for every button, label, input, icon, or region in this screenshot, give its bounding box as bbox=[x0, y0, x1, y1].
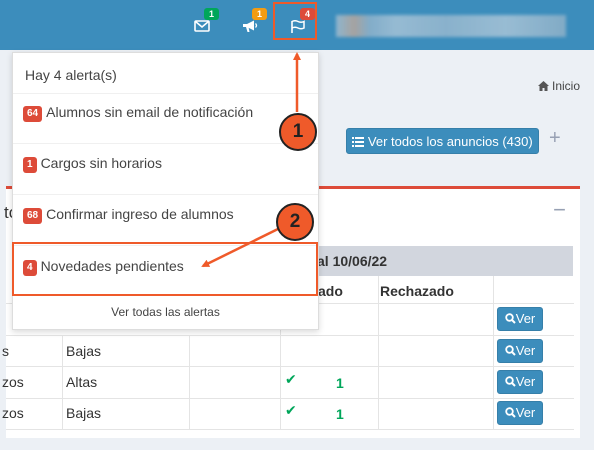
arrow-to-pending-news bbox=[201, 226, 281, 268]
step-1-marker: 1 bbox=[279, 113, 317, 151]
step-2-marker: 2 bbox=[276, 203, 314, 241]
